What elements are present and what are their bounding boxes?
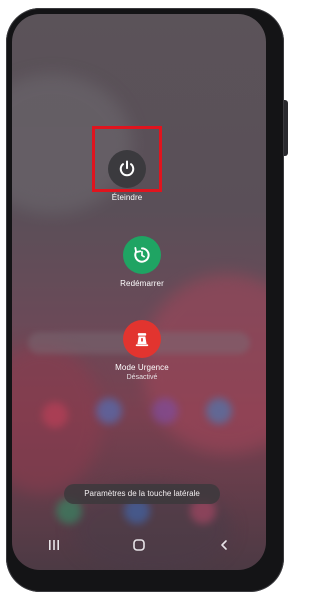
recent-apps-icon <box>49 540 60 550</box>
side-key-settings-button[interactable]: Paramètres de la touche latérale <box>64 484 220 504</box>
navigation-bar <box>12 528 266 562</box>
restart-button[interactable]: Redémarrer <box>82 236 202 288</box>
emergency-icon <box>135 333 149 347</box>
home-icon <box>133 539 145 551</box>
home-button[interactable] <box>119 533 159 557</box>
blurred-app-icon <box>152 398 178 424</box>
power-off-label: Éteindre <box>111 193 143 202</box>
blurred-app-icon <box>42 402 68 428</box>
emergency-circle <box>123 320 161 358</box>
back-button[interactable] <box>204 533 244 557</box>
recent-apps-button[interactable] <box>34 533 74 557</box>
emergency-mode-status: Désactivé <box>126 374 158 381</box>
phone-side-button <box>284 100 288 156</box>
restart-circle <box>123 236 161 274</box>
emergency-mode-label: Mode Urgence <box>115 363 169 372</box>
restart-icon <box>134 247 150 263</box>
restart-label: Redémarrer <box>120 279 164 288</box>
back-icon <box>220 540 227 550</box>
emergency-mode-button[interactable]: Mode Urgence Désactivé <box>82 320 202 381</box>
highlight-box <box>92 126 162 192</box>
blurred-app-icon <box>206 398 232 424</box>
blurred-app-icon <box>96 398 122 424</box>
